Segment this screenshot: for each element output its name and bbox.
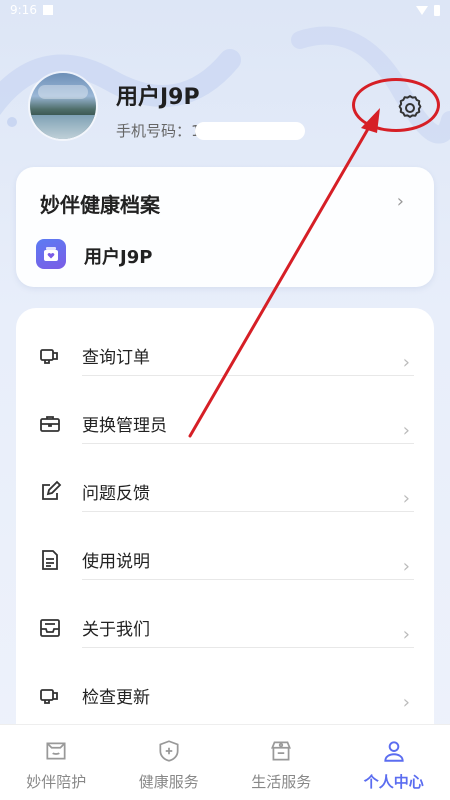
health-record-card[interactable]: 妙伴健康档案 › 用户J9P: [16, 167, 434, 287]
health-card-title: 妙伴健康档案: [40, 193, 160, 217]
chevron-right-icon: ›: [402, 556, 410, 577]
tab-label: 妙伴陪护: [26, 773, 87, 791]
health-card-user-name: 用户J9P: [84, 247, 153, 268]
phone-row: 手机号码： 1: [116, 120, 305, 141]
menu-item-label: 关于我们: [82, 620, 150, 640]
tab-label: 个人中心: [363, 773, 424, 791]
status-time: 9:16: [10, 3, 37, 17]
document-icon: [36, 546, 64, 574]
phone-redaction: [194, 121, 305, 140]
inbox-icon: [36, 614, 64, 642]
chevron-right-icon: ›: [402, 624, 410, 645]
bottom-tab-bar: 妙伴陪护 健康服务 生活服务 个人中心: [0, 724, 450, 800]
menu-item-label: 检查更新: [82, 688, 150, 708]
person-icon: [380, 737, 408, 765]
chevron-right-icon: ›: [396, 191, 404, 212]
tab-personal-center[interactable]: 个人中心: [338, 725, 450, 800]
avatar-cloud: [38, 85, 88, 99]
tab-label: 生活服务: [251, 773, 312, 791]
phone-label: 手机号码：: [116, 122, 192, 140]
health-record-icon: [36, 239, 66, 269]
annotation-circle: [352, 78, 440, 132]
update-icon: [36, 682, 64, 710]
notification-icon: [42, 5, 53, 15]
menu-item-instructions[interactable]: 使用说明 ›: [16, 512, 434, 580]
menu-item-change-admin[interactable]: 更换管理员 ›: [16, 376, 434, 444]
menu-item-check-update[interactable]: 检查更新 ›: [16, 648, 434, 716]
menu-item-about-us[interactable]: 关于我们 ›: [16, 580, 434, 648]
briefcase-icon: [36, 410, 64, 438]
companion-icon: [42, 737, 70, 765]
chevron-right-icon: ›: [402, 420, 410, 441]
user-name: 用户J9P: [116, 85, 200, 110]
status-bar: 9:16: [0, 0, 450, 20]
shop-icon: [267, 737, 295, 765]
chevron-right-icon: ›: [402, 692, 410, 713]
shield-plus-icon: [155, 737, 183, 765]
menu-item-query-order[interactable]: 查询订单 ›: [16, 308, 434, 376]
chevron-right-icon: ›: [402, 488, 410, 509]
tab-health-service[interactable]: 健康服务: [113, 725, 226, 800]
tab-companion[interactable]: 妙伴陪护: [0, 725, 113, 800]
menu-item-label: 查询订单: [82, 348, 150, 368]
wifi-icon: [416, 5, 428, 15]
battery-icon: [434, 4, 440, 16]
order-search-icon: [36, 342, 64, 370]
avatar[interactable]: [30, 73, 96, 139]
tab-life-service[interactable]: 生活服务: [225, 725, 338, 800]
menu-item-label: 使用说明: [82, 552, 150, 572]
tab-label: 健康服务: [138, 773, 199, 791]
edit-feedback-icon: [36, 478, 64, 506]
menu-card: 查询订单 › 更换管理员 › 问题反馈 › 使用说明 › 关于我们 › 检查更新…: [16, 308, 434, 728]
avatar-sea: [30, 115, 96, 139]
menu-item-label: 更换管理员: [82, 416, 167, 436]
menu-item-label: 问题反馈: [82, 484, 150, 504]
chevron-right-icon: ›: [402, 352, 410, 373]
menu-item-feedback[interactable]: 问题反馈 ›: [16, 444, 434, 512]
